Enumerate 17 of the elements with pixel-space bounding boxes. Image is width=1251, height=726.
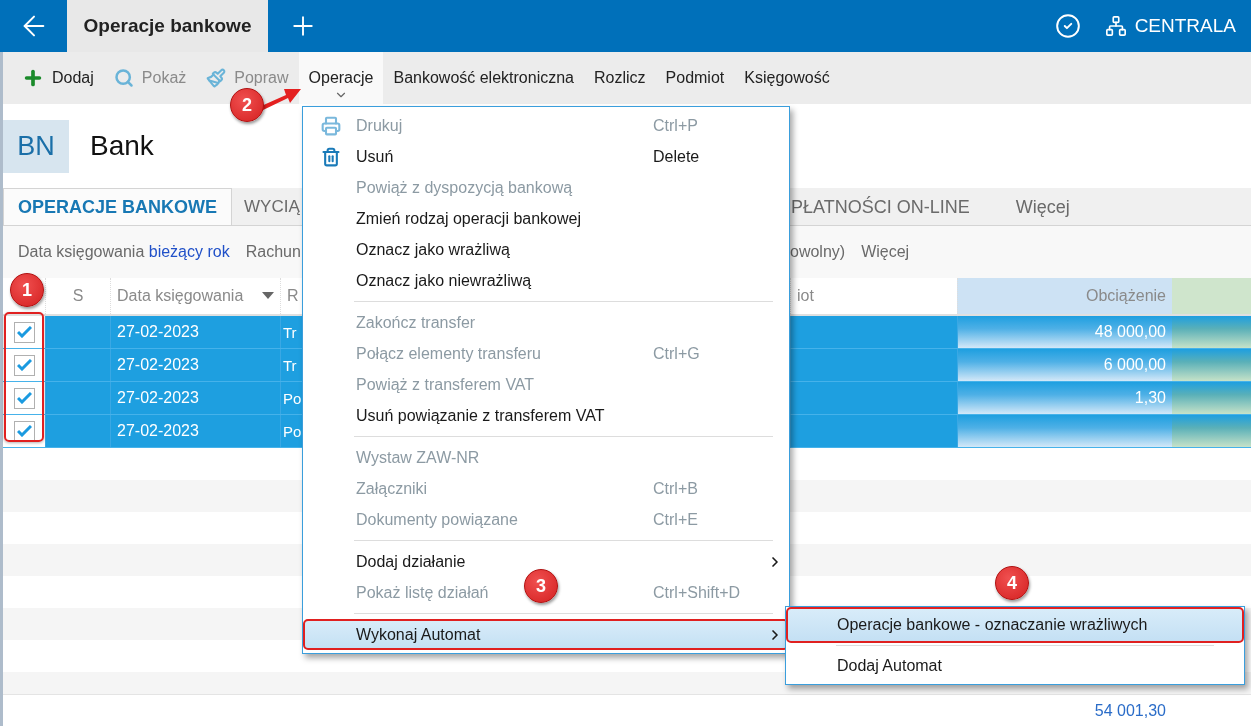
shortcut-text: Ctrl+G bbox=[653, 344, 700, 363]
table-cell: 27-02-2023 bbox=[110, 316, 280, 348]
table-cell: 6 000,00 bbox=[957, 349, 1172, 381]
shortcut-text: Ctrl+B bbox=[653, 479, 698, 498]
shortcut-text: Ctrl+E bbox=[653, 510, 698, 529]
step-badge: 2 bbox=[230, 88, 264, 122]
shortcut-text: Ctrl+P bbox=[653, 116, 698, 135]
table-cell: 27-02-2023 bbox=[110, 349, 280, 381]
shortcut-text: Ctrl+Shift+D bbox=[653, 583, 741, 602]
module-badge: BN bbox=[3, 119, 69, 173]
table-cell: 27-02-2023 bbox=[110, 415, 280, 447]
page-title: Bank bbox=[90, 130, 154, 162]
table-cell: 48 000,00 bbox=[957, 316, 1172, 348]
table-cell: 1,30 bbox=[957, 382, 1172, 414]
total-amount: 54 001,30 bbox=[1093, 700, 1167, 721]
shortcut-text: Delete bbox=[653, 147, 700, 166]
table-cell: 27-02-2023 bbox=[110, 382, 280, 414]
